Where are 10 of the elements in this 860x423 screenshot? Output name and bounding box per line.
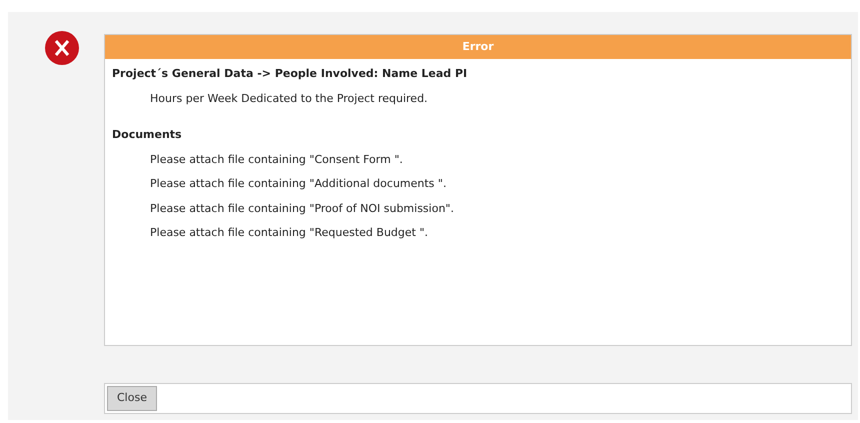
- dialog-title: Error: [105, 35, 851, 59]
- section-heading: Documents: [112, 127, 183, 143]
- error-message: Hours per Week Dedicated to the Project required.: [150, 90, 429, 106]
- error-message: Please attach file containing "Requested Budget ".: [150, 225, 430, 241]
- error-message: Please attach file containing "Proof of NOI submission".: [150, 200, 455, 216]
- close-button[interactable]: Close: [107, 386, 157, 411]
- error-message: Please attach file containing "Consent Form ".: [150, 152, 404, 168]
- error-message: Please attach file containing "Additional documents ".: [150, 176, 448, 192]
- section-heading: Project´s General Data -> People Involved: Name Lead PI: [112, 66, 468, 82]
- error-icon: [44, 30, 80, 66]
